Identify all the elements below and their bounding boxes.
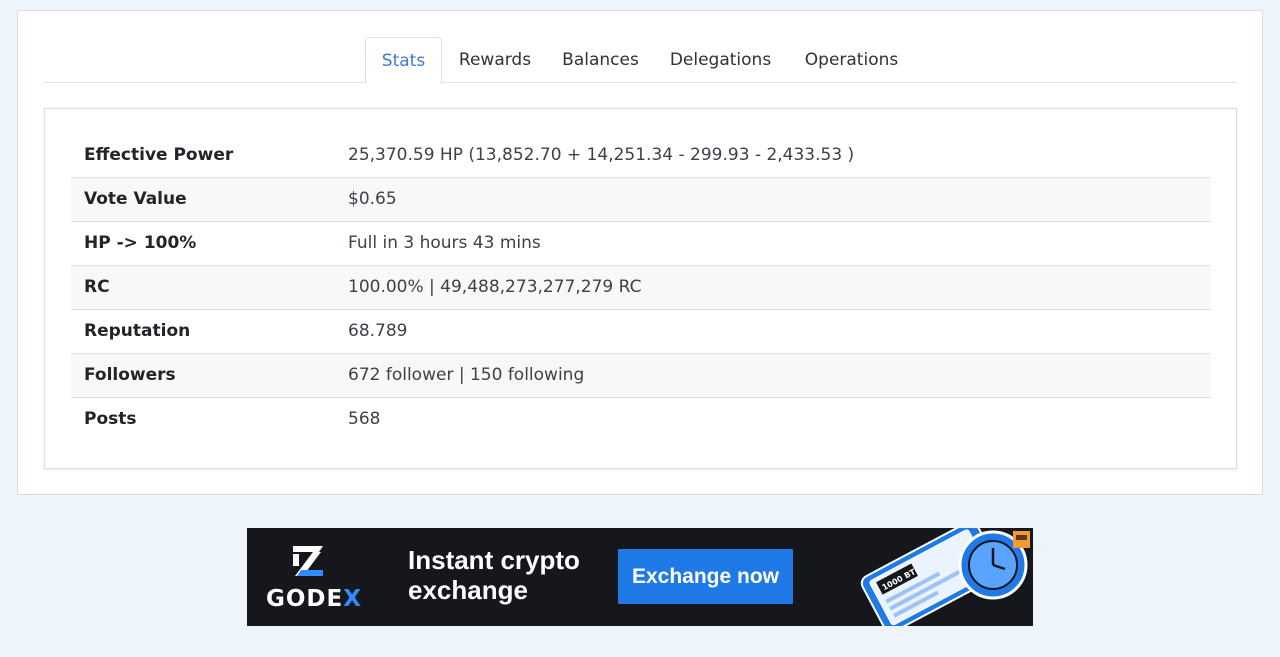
stat-label-effective-power: Effective Power xyxy=(84,144,234,165)
godex-brand: GODEX xyxy=(266,586,362,612)
account-tabs: Stats Rewards Balances Delegations Opera… xyxy=(44,37,1237,84)
table-row: Posts 568 xyxy=(71,396,1211,441)
stat-label-vote-value: Vote Value xyxy=(71,176,348,221)
account-panel: Stats Rewards Balances Delegations Opera… xyxy=(17,10,1263,495)
stat-value-reputation: 68.789 xyxy=(348,308,1211,353)
exchange-now-button[interactable]: Exchange now xyxy=(618,549,793,604)
table-row: Vote Value $0.65 xyxy=(71,176,1211,221)
tab-delegations[interactable]: Delegations xyxy=(654,37,787,83)
stat-label-followers: Followers xyxy=(71,352,348,397)
ad-headline: Instant crypto exchange xyxy=(408,545,580,605)
table-row: Followers 672 follower | 150 following xyxy=(71,352,1211,397)
tab-balances[interactable]: Balances xyxy=(547,37,654,83)
stat-value-rc: 100.00% | 49,488,273,277,279 RC xyxy=(348,264,1211,309)
table-row: HP -> 100% Full in 3 hours 43 mins xyxy=(71,220,1211,265)
brand-text: GODE xyxy=(266,586,344,612)
stats-table: Effective Power 25,370.59 HP (13,852.70 … xyxy=(71,133,1211,441)
stat-label-posts: Posts xyxy=(71,396,348,441)
brand-x: X xyxy=(343,586,362,612)
table-row: RC 100.00% | 49,488,273,277,279 RC xyxy=(71,264,1211,309)
tab-operations[interactable]: Operations xyxy=(787,37,916,83)
godex-logo-icon xyxy=(293,546,323,576)
stat-value-effective-power: 25,370.59 HP (13,852.70 + 14,251.34 - 29… xyxy=(348,144,855,165)
stat-label-rc: RC xyxy=(71,264,348,309)
stat-value-posts: 568 xyxy=(348,396,1211,441)
table-row: Effective Power 25,370.59 HP (13,852.70 … xyxy=(71,133,1211,177)
stats-card: Effective Power 25,370.59 HP (13,852.70 … xyxy=(44,108,1237,469)
phone-clock-illustration: 1000 BTC xyxy=(860,528,1030,626)
stat-value-followers: 672 follower | 150 following xyxy=(348,352,1211,397)
stat-label-hp-recharge: HP -> 100% xyxy=(71,220,348,265)
table-row: Reputation 68.789 xyxy=(71,308,1211,353)
stat-label-reputation: Reputation xyxy=(71,308,348,353)
tab-stats[interactable]: Stats xyxy=(365,37,442,84)
godex-ad-banner[interactable]: GODEX Instant crypto exchange Exchange n… xyxy=(247,528,1033,626)
stat-value-hp-recharge: Full in 3 hours 43 mins xyxy=(348,220,1211,265)
tab-rewards[interactable]: Rewards xyxy=(443,37,547,83)
stat-value-vote-value: $0.65 xyxy=(348,176,1211,221)
